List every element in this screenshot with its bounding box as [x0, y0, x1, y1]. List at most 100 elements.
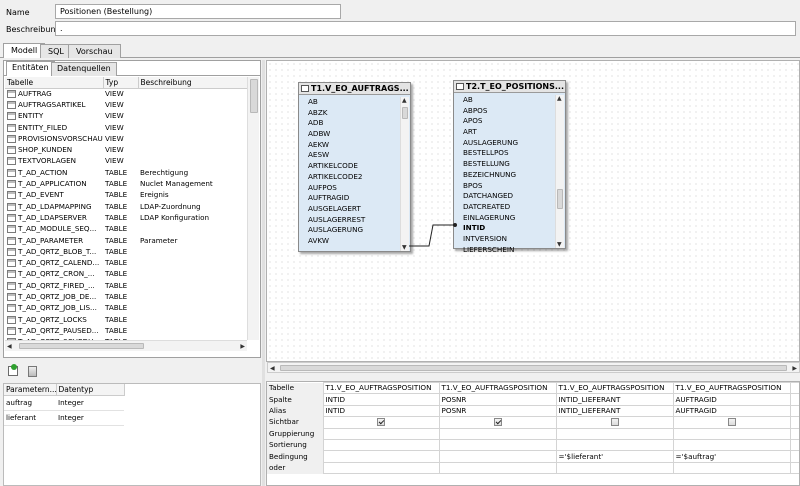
col-header-typ[interactable]: Typ — [103, 77, 139, 89]
table-row[interactable]: ENTITY_FILED VIEW — [5, 122, 247, 133]
grid-cell[interactable] — [438, 461, 557, 475]
entity-header[interactable]: T1.V_EO_AUFTRAGS... — [299, 83, 410, 95]
canvas-hthumb[interactable] — [280, 365, 787, 371]
scroll-right-icon[interactable]: ▶ — [792, 365, 797, 372]
table-row[interactable]: ENTITY VIEW — [5, 111, 247, 122]
grid-cell-extra[interactable] — [789, 461, 799, 475]
entity2-vthumb[interactable] — [557, 189, 563, 209]
entity-field[interactable]: LIEFERSCHEIN — [460, 245, 555, 256]
parameter-row[interactable]: lieferant Integer — [4, 410, 124, 426]
entity-field[interactable]: AUSLAGERREST — [305, 215, 400, 226]
table-row[interactable]: T_AD_QRTZ_JOB_LIS... TABLE — [5, 303, 247, 314]
parameter-name[interactable]: auftrag — [4, 395, 56, 411]
scroll-down-icon[interactable]: ▼ — [557, 241, 562, 248]
grid-cell[interactable] — [555, 416, 674, 429]
tab-modell[interactable]: Modell — [3, 43, 46, 58]
checkbox-icon[interactable] — [610, 418, 619, 427]
grid-cell[interactable]: INTID — [322, 393, 440, 406]
grid-cell[interactable] — [438, 427, 557, 440]
entity2-vscrollbar[interactable]: ▲ ▼ — [555, 95, 564, 248]
entity-field[interactable]: BESTELLUNG — [460, 159, 555, 170]
scroll-right-icon[interactable]: ▶ — [240, 343, 245, 350]
subtab-entitaeten[interactable]: Entitäten — [6, 61, 55, 76]
canvas-hscrollbar[interactable]: ◀ ▶ — [267, 362, 800, 373]
entity-field[interactable]: AUSLAGERUNG — [460, 138, 555, 149]
entity-field[interactable]: AEKW — [305, 140, 400, 151]
add-parameter-icon[interactable] — [8, 364, 18, 376]
entity-field[interactable]: BEZEICHNUNG — [460, 170, 555, 181]
checkbox-icon[interactable] — [493, 418, 502, 427]
grid-cell-extra[interactable] — [789, 438, 799, 452]
grid-cell-extra[interactable] — [789, 404, 799, 418]
grid-cell[interactable]: INTID — [322, 404, 440, 418]
grid-cell[interactable] — [555, 461, 674, 475]
subtab-datenquellen[interactable]: Datenquellen — [51, 62, 117, 76]
entity-field[interactable]: AUFTRAGID — [305, 193, 400, 204]
entity-list-vthumb[interactable] — [250, 79, 258, 113]
entity-header[interactable]: T2.T_EO_POSITIONS... — [454, 81, 565, 93]
entity-field[interactable]: BPOS — [460, 181, 555, 192]
grid-cell[interactable] — [322, 427, 440, 440]
col-header-tabelle[interactable]: Tabelle — [5, 77, 104, 89]
grid-cell-extra[interactable] — [789, 416, 799, 429]
entity-field[interactable]: ARTIKELCODE — [305, 161, 400, 172]
table-row[interactable]: T_AD_EVENT TABLE Ereignis — [5, 190, 247, 201]
entity-field[interactable]: ADBW — [305, 129, 400, 140]
checkbox-icon[interactable] — [377, 418, 385, 427]
scroll-up-icon[interactable]: ▲ — [557, 95, 562, 102]
parameter-type[interactable]: Integer — [56, 395, 124, 411]
parameter-name[interactable]: lieferant — [4, 410, 56, 426]
col-header-beschreibung[interactable]: Beschreibung — [138, 77, 247, 89]
entity-field[interactable]: AUFPOS — [305, 183, 400, 194]
table-row[interactable]: AUFTRAG VIEW — [5, 88, 247, 99]
table-row[interactable]: T_AD_QRTZ_LOCKS TABLE — [5, 314, 247, 325]
table-row[interactable]: T_AD_QRTZ_JOB_DE... TABLE — [5, 291, 247, 302]
grid-cell[interactable]: T1.V_EO_AUFTRAGSPOSITION — [438, 382, 557, 395]
table-row[interactable]: AUFTRAGSARTIKEL VIEW — [5, 99, 247, 110]
entity-list-hscrollbar[interactable]: ◀ ▶ — [5, 340, 247, 351]
delete-parameter-icon[interactable] — [28, 366, 37, 377]
parameter-row[interactable]: auftrag Integer — [4, 395, 124, 411]
entity-field[interactable]: AVKW — [305, 236, 400, 247]
entity-field[interactable]: AB — [460, 95, 555, 106]
name-input[interactable]: Positionen (Bestellung) — [55, 4, 341, 19]
entity-field[interactable]: APOS — [460, 116, 555, 127]
table-row[interactable]: SHOP_KUNDEN VIEW — [5, 144, 247, 155]
table-row[interactable]: T_AD_LDAPSERVER TABLE LDAP Konfiguration — [5, 212, 247, 223]
entity-field[interactable]: INTVERSION — [460, 234, 555, 245]
tab-vorschau[interactable]: Vorschau — [68, 44, 121, 58]
grid-cell[interactable]: T1.V_EO_AUFTRAGSPOSITION — [555, 382, 674, 395]
grid-cell[interactable]: INTID_LIEFERANT — [555, 404, 674, 418]
table-row[interactable]: PROVISIONSVORSCHAU VIEW — [5, 133, 247, 144]
table-row[interactable]: T_AD_QRTZ_CALEND... TABLE — [5, 257, 247, 268]
grid-cell[interactable]: T1.V_EO_AUFTRAGSPOSITION — [322, 382, 440, 395]
entity-field[interactable]: ARTIKELCODE2 — [305, 172, 400, 183]
col-header-parametername[interactable]: Parametern... — [4, 384, 57, 396]
entity1-vthumb[interactable] — [402, 107, 408, 119]
grid-cell-extra[interactable] — [789, 382, 799, 395]
grid-cell[interactable]: AUFTRAGID — [672, 393, 791, 406]
entity-box-v-eo-auftragsposition[interactable]: T1.V_EO_AUFTRAGS... AB ABZK ADB ADBW AEKW AES… — [298, 82, 411, 252]
entity-field[interactable]: ADB — [305, 118, 400, 129]
grid-cell[interactable]: ='$auftrag' — [672, 450, 791, 463]
entity-field[interactable]: AB — [305, 97, 400, 108]
grid-cell[interactable] — [555, 438, 674, 452]
grid-cell[interactable]: POSNR — [438, 404, 557, 418]
entity-field[interactable]: INTID — [460, 223, 555, 234]
description-input[interactable]: . — [55, 21, 796, 36]
entity-field[interactable]: AUSGELAGERT — [305, 204, 400, 215]
entity-field[interactable]: ABZK — [305, 108, 400, 119]
table-row[interactable]: T_AD_QRTZ_CRON_... TABLE — [5, 269, 247, 280]
grid-cell[interactable]: T1.V_EO_AUFTRAGSPOSITION — [672, 382, 791, 395]
entity-field[interactable]: DATCHANGED — [460, 191, 555, 202]
grid-cell[interactable] — [672, 461, 791, 475]
table-row[interactable]: T_AD_APPLICATION TABLE Nuclet Management — [5, 178, 247, 189]
scroll-left-icon[interactable]: ◀ — [7, 343, 12, 350]
table-row[interactable]: T_AD_QRTZ_PAUSED... TABLE — [5, 325, 247, 336]
grid-cell-extra[interactable] — [789, 427, 799, 440]
grid-cell[interactable] — [438, 450, 557, 463]
entity-field[interactable]: EINLAGERUNG — [460, 213, 555, 224]
scroll-up-icon[interactable]: ▲ — [402, 97, 407, 104]
grid-cell[interactable] — [672, 416, 791, 429]
checkbox-icon[interactable] — [727, 418, 736, 427]
